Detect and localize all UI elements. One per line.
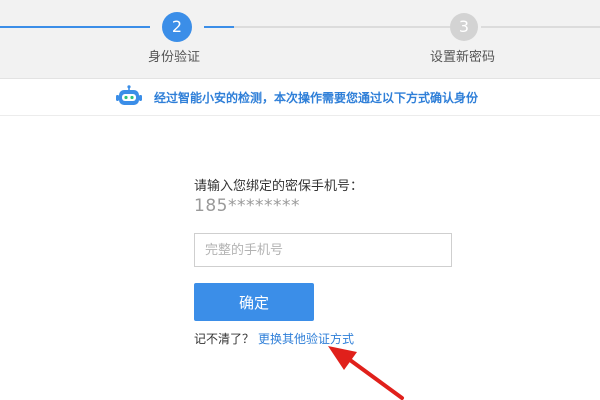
forget-hint: 记不清了？ 更换其他验证方式 xyxy=(194,330,354,347)
confirm-button[interactable]: 确定 xyxy=(194,283,314,321)
security-notice: 经过智能小安的检测，本次操作需要您通过以下方式确认身份 xyxy=(0,79,600,116)
progress-steps: 2 身份验证 3 设置新密码 xyxy=(0,0,600,79)
forget-text: 记不清了？ xyxy=(194,332,255,346)
switch-verification-link[interactable]: 更换其他验证方式 xyxy=(258,332,354,346)
identity-verification-page: 2 身份验证 3 设置新密码 经过智能小安的检测，本次操作需要您通过以下方式确认… xyxy=(0,0,600,400)
step-connector-done xyxy=(204,26,234,28)
step-connector-pending xyxy=(234,26,450,28)
step-2-label: 身份验证 xyxy=(148,50,201,65)
step-connector-done xyxy=(0,26,150,28)
robot-icon xyxy=(116,85,142,105)
phone-prompt: 请输入您绑定的密保手机号： xyxy=(194,179,364,194)
notice-text: 经过智能小安的检测，本次操作需要您通过以下方式确认身份 xyxy=(154,91,479,105)
masked-phone-number: 185******** xyxy=(194,196,300,216)
step-connector-pending xyxy=(481,26,600,28)
step-3-number: 3 xyxy=(450,13,478,41)
step-3-label: 设置新密码 xyxy=(430,50,496,65)
step-2-number: 2 xyxy=(162,12,192,42)
phone-input[interactable] xyxy=(194,233,452,267)
